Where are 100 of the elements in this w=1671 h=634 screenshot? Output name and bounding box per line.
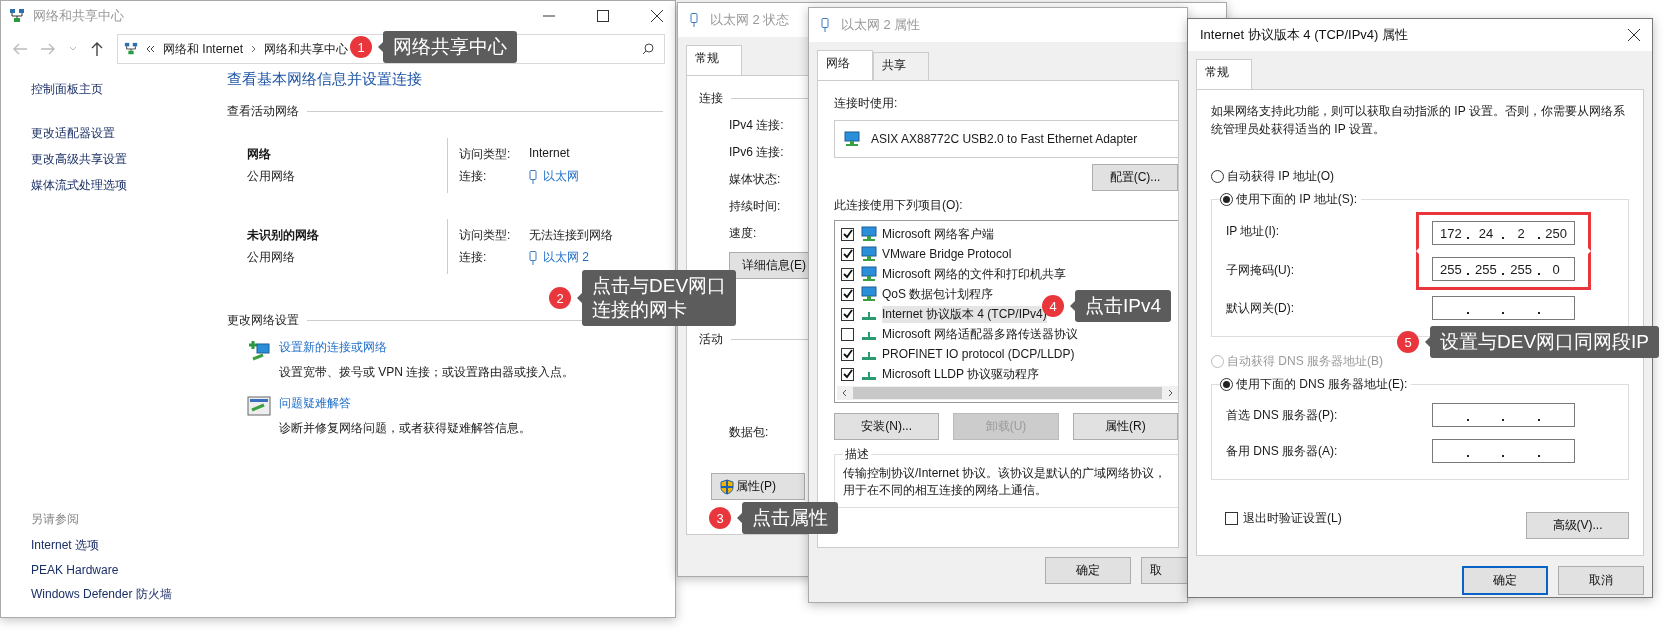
field-label: 速度: <box>729 225 757 242</box>
breadcrumb-item[interactable]: 网络和 Internet <box>163 40 244 58</box>
sidebar-link[interactable]: 更改高级共享设置 <box>31 151 227 168</box>
sidebar-link[interactable]: Windows Defender 防火墙 <box>31 586 227 603</box>
field-label: 持续时间: <box>729 198 781 215</box>
ethernet-plug-icon <box>529 169 537 184</box>
network-type: 公用网络 <box>247 249 296 266</box>
field-value: 无法连接到网络 <box>529 227 613 244</box>
ip-address-field[interactable] <box>1432 296 1575 320</box>
adapter-name: ASIX AX88772C USB2.0 to Fast Ethernet Adapter <box>871 132 1138 146</box>
list-item[interactable]: PROFINET IO protocol (DCP/LLDP) <box>841 344 1178 364</box>
protocol-icon <box>862 352 876 360</box>
checkbox[interactable] <box>841 327 854 341</box>
protocol-icon <box>862 332 876 340</box>
list-item[interactable]: Microsoft 网络客户端 <box>841 224 1178 244</box>
tab[interactable]: 共享 <box>873 52 929 80</box>
ip-address-field[interactable] <box>1432 439 1575 463</box>
network-adapter-icon <box>860 266 878 282</box>
radio-option[interactable]: 使用下面的 IP 地址(S): <box>1220 191 1358 208</box>
list-item[interactable]: Microsoft 网络适配器多路传送器协议 <box>841 324 1178 344</box>
breadcrumb-item[interactable]: 网络和共享中心 <box>264 40 349 58</box>
scroll-right-icon[interactable] <box>1168 389 1174 397</box>
shield-icon <box>720 478 734 495</box>
checkbox[interactable] <box>841 347 854 361</box>
sidebar-link[interactable]: PEAK Hardware <box>31 563 227 577</box>
advanced-button[interactable]: 高级(V)... <box>1526 512 1629 539</box>
field-label: IPv4 连接: <box>729 117 784 134</box>
network-icon <box>124 42 138 56</box>
checkbox[interactable] <box>841 287 854 301</box>
dialog-button[interactable]: 安装(N)... <box>834 413 940 440</box>
network-adapter-icon <box>860 286 878 302</box>
checkbox[interactable] <box>841 267 854 281</box>
maximize-icon[interactable] <box>597 10 609 22</box>
radio-option[interactable]: 使用下面的 DNS 服务器地址(E): <box>1220 376 1408 393</box>
properties-button[interactable]: 属性(P) <box>711 473 805 500</box>
search-icon[interactable] <box>642 43 654 55</box>
network-icon <box>9 8 25 24</box>
field-label: IPv6 连接: <box>729 144 784 161</box>
configure-button[interactable]: 配置(C)... <box>1092 164 1178 191</box>
field-label: IP 地址(I): <box>1226 223 1281 240</box>
cancel-button[interactable]: 取 <box>1141 557 1187 584</box>
section-heading: 更改网络设置 <box>227 312 299 329</box>
task-link[interactable]: 问题疑难解答 <box>279 395 531 412</box>
ethernet-plug-icon <box>690 13 698 27</box>
cancel-button[interactable]: 取消 <box>1558 566 1644 595</box>
group-label: 活动 <box>699 331 723 348</box>
connection-link[interactable]: 以太网 <box>543 168 579 185</box>
close-icon[interactable] <box>651 10 663 22</box>
protocol-icon <box>862 372 876 380</box>
list-item[interactable]: Microsoft LLDP 协议驱动程序 <box>841 364 1178 384</box>
scroll-left-icon[interactable] <box>841 389 847 397</box>
tab[interactable]: 常规 <box>1196 59 1252 89</box>
double-chevron-icon <box>146 45 155 53</box>
ip-address-field[interactable]: 172 24 2 250 <box>1432 221 1575 245</box>
window-title: 网络和共享中心 <box>33 7 124 25</box>
callout-text: 点击IPv4 <box>1085 294 1162 318</box>
sidebar-link[interactable]: 控制面板主页 <box>31 81 227 98</box>
ethernet-plug-icon <box>529 250 537 265</box>
checkbox-option[interactable]: 退出时验证设置(L) <box>1225 510 1342 527</box>
field-label: 连接时使用: <box>834 95 899 112</box>
field-label: 数据包: <box>729 424 769 441</box>
group-label: 连接 <box>699 90 723 107</box>
field-label: 访问类型: <box>459 146 512 163</box>
description-text: 传输控制协议/Internet 协议。该协议是默认的广域网络协议，用于在不同的相互连接的网络上通信。 <box>843 465 1168 499</box>
intro-text: 如果网络支持此功能，则可以获取自动指派的 IP 设置。否则，你需要从网络系统管理员处获得适当的 IP 设置。 <box>1211 103 1626 138</box>
radio-option[interactable]: 自动获得 IP 地址(O) <box>1211 168 1629 185</box>
task-description: 设置宽带、拨号或 VPN 连接；或设置路由器或接入点。 <box>279 364 575 381</box>
field-label: 媒体状态: <box>729 171 781 188</box>
checkbox[interactable] <box>841 227 854 241</box>
sidebar-link[interactable]: 更改适配器设置 <box>31 125 227 142</box>
up-arrow-icon[interactable] <box>91 42 103 56</box>
horizontal-scrollbar[interactable] <box>837 386 1178 400</box>
group-label: 描述 <box>844 446 870 463</box>
sidebar-link[interactable]: 媒体流式处理选项 <box>31 177 227 194</box>
callout-text: 点击属性 <box>752 506 828 530</box>
network-adapter-icon <box>860 246 878 262</box>
ok-button[interactable]: 确定 <box>1462 566 1548 595</box>
dialog-button[interactable]: 属性(R) <box>1072 413 1178 440</box>
protocol-icon <box>862 312 876 320</box>
field-label: 子网掩码(U): <box>1226 262 1295 279</box>
network-name: 未识别的网络 <box>247 227 320 244</box>
ok-button[interactable]: 确定 <box>1045 557 1131 584</box>
field-label: 首选 DNS 服务器(P): <box>1226 406 1339 424</box>
checkbox[interactable] <box>841 247 854 261</box>
ip-address-field[interactable] <box>1432 403 1575 427</box>
task-link[interactable]: 设置新的连接或网络 <box>279 339 575 356</box>
callout-text: 设置与DEV网口同网段IP <box>1440 330 1650 354</box>
section-heading: 查看活动网络 <box>227 103 299 120</box>
checkbox[interactable] <box>841 367 854 381</box>
window-title: 以太网 2 属性 <box>841 16 921 34</box>
tab[interactable]: 常规 <box>686 45 742 75</box>
field-label: 访问类型: <box>459 227 512 244</box>
sidebar-link[interactable]: Internet 选项 <box>31 537 227 554</box>
connection-link[interactable]: 以太网 2 <box>543 249 589 266</box>
ip-address-field[interactable]: 255 255 255 0 <box>1432 257 1575 281</box>
checkbox[interactable] <box>841 307 854 321</box>
field-label: 连接: <box>459 249 488 266</box>
close-icon[interactable] <box>1628 29 1640 41</box>
tab[interactable]: 网络 <box>817 50 873 80</box>
new-connection-icon <box>247 339 271 363</box>
